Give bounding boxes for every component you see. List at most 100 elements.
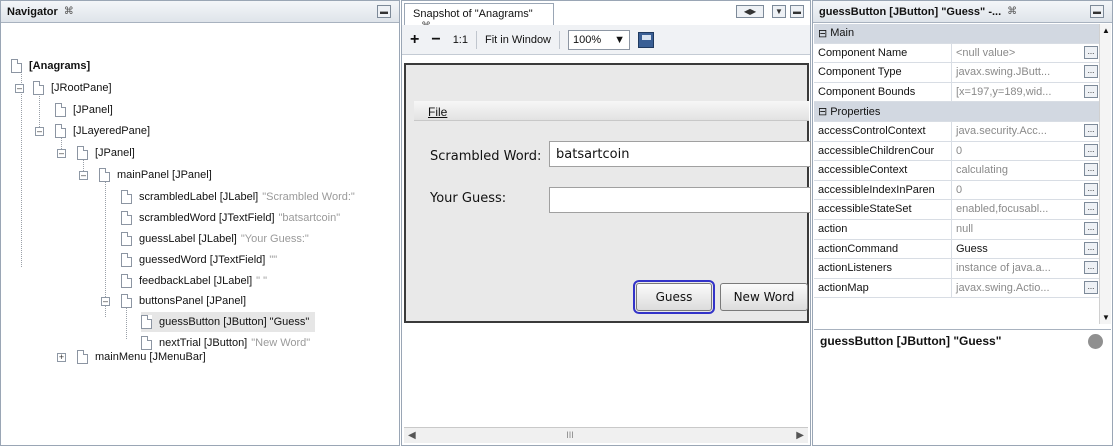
property-value[interactable]: null	[952, 220, 1084, 239]
property-value[interactable]: enabled,focusabl...	[952, 200, 1084, 219]
property-row[interactable]: accessibleIndexInParen 0 ...	[814, 180, 1100, 201]
scroll-right-icon[interactable]: ▶	[796, 430, 804, 441]
tree-item-anagrams[interactable]: [Anagrams]	[11, 56, 90, 76]
expand-icon[interactable]: +	[57, 353, 66, 362]
property-row[interactable]: actionCommand Guess ...	[814, 239, 1100, 260]
actual-size-button[interactable]: 1:1	[453, 34, 468, 46]
property-value[interactable]: calculating	[952, 161, 1084, 180]
property-name: actionCommand	[814, 239, 952, 259]
tree-item-feedbacklabel[interactable]: feedbackLabel [JLabel] " "	[121, 271, 267, 291]
property-value[interactable]: Guess	[952, 240, 1084, 259]
section-properties[interactable]: ⊟ Properties	[814, 102, 1100, 122]
property-value[interactable]: instance of java.a...	[952, 259, 1084, 278]
section-main[interactable]: ⊟ Main	[814, 24, 1100, 44]
vertical-scrollbar[interactable]: ▲ ▼	[1099, 24, 1111, 324]
tree-item-mainmenu[interactable]: mainMenu [JMenuBar]	[77, 347, 206, 367]
ellipsis-button[interactable]: ...	[1084, 84, 1098, 98]
tree-item-guessedword[interactable]: guessedWord [JTextField] ""	[121, 250, 277, 270]
property-value[interactable]: java.security.Acc...	[952, 122, 1084, 141]
ellipsis-button[interactable]: ...	[1084, 65, 1098, 79]
property-row[interactable]: Component Bounds [x=197,y=189,wid... ...	[814, 82, 1100, 103]
property-value[interactable]: <null value>	[952, 44, 1084, 63]
ellipsis-button[interactable]: ...	[1084, 202, 1098, 216]
property-row[interactable]: accessControlContext java.security.Acc..…	[814, 121, 1100, 142]
toolbar-separator	[559, 30, 561, 49]
component-icon	[55, 103, 66, 117]
guess-button[interactable]: Guess	[633, 280, 715, 314]
ellipsis-button[interactable]: ...	[1084, 241, 1098, 255]
close-icon[interactable]: ⌘	[1007, 6, 1017, 17]
property-row[interactable]: Component Type javax.swing.JButt... ...	[814, 63, 1100, 83]
property-row[interactable]: actionListeners instance of java.a... ..…	[814, 259, 1100, 279]
property-value[interactable]: javax.swing.JButt...	[952, 63, 1084, 82]
help-icon[interactable]	[1088, 334, 1103, 349]
collapse-icon[interactable]: –	[101, 297, 110, 306]
property-description: guessButton [JButton] "Guess"	[814, 329, 1111, 359]
ellipsis-button[interactable]: ...	[1084, 123, 1098, 137]
collapse-icon[interactable]: –	[57, 149, 66, 158]
scroll-left-icon[interactable]: ◀	[408, 430, 416, 441]
scroll-thumb[interactable]: III	[564, 431, 576, 440]
collapse-icon[interactable]: –	[35, 127, 44, 136]
tree-item-jpanel[interactable]: [JPanel]	[77, 143, 135, 163]
close-icon[interactable]: ⌘	[64, 6, 74, 17]
minimize-icon[interactable]: ▬	[790, 5, 804, 18]
property-row[interactable]: accessibleChildrenCour 0 ...	[814, 141, 1100, 162]
property-row[interactable]: accessibleStateSet enabled,focusabl... .…	[814, 200, 1100, 220]
property-value[interactable]: [x=197,y=189,wid...	[952, 83, 1084, 102]
tree-item-mainpanel[interactable]: mainPanel [JPanel]	[99, 165, 212, 185]
minimize-icon[interactable]: ▬	[1090, 5, 1104, 18]
property-value[interactable]: 0	[952, 181, 1084, 200]
tab-snapshot[interactable]: Snapshot of "Anagrams" ⌘	[404, 3, 554, 32]
property-name: accessibleChildrenCour	[814, 141, 952, 161]
minimize-icon[interactable]: ▬	[377, 5, 391, 18]
property-row[interactable]: Component Name <null value> ...	[814, 43, 1100, 64]
zoom-in-button[interactable]: +	[410, 31, 419, 49]
file-menu[interactable]: File	[428, 105, 447, 119]
form-menubar[interactable]: File	[414, 101, 809, 121]
ellipsis-button[interactable]: ...	[1084, 280, 1098, 294]
zoom-value: 100%	[573, 33, 602, 46]
collapse-icon[interactable]: –	[79, 171, 88, 180]
tree-item-jpanel[interactable]: [JPanel]	[55, 100, 113, 120]
tab-list-icon[interactable]: ▼	[772, 5, 786, 18]
scroll-tabs-icon[interactable]: ◀▶	[736, 5, 764, 18]
property-row[interactable]: accessibleContext calculating ...	[814, 161, 1100, 181]
collapse-icon[interactable]: ⊟	[818, 27, 827, 40]
tree-item-buttonspanel[interactable]: buttonsPanel [JPanel]	[121, 291, 246, 311]
scroll-down-icon[interactable]: ▼	[1102, 313, 1110, 322]
ellipsis-button[interactable]: ...	[1084, 143, 1098, 157]
component-icon	[121, 294, 132, 308]
fit-window-button[interactable]: Fit in Window	[485, 34, 551, 46]
tree-item-scrambledlabel[interactable]: scrambledLabel [JLabel] "Scrambled Word:…	[121, 187, 355, 207]
ellipsis-button[interactable]: ...	[1084, 221, 1098, 235]
scrambled-word-field[interactable]: batsartcoin	[549, 141, 811, 167]
ellipsis-button[interactable]: ...	[1084, 182, 1098, 196]
property-row[interactable]: action null ...	[814, 219, 1100, 240]
component-icon	[77, 146, 88, 160]
tree-item-label: guessButton [JButton] "Guess"	[159, 316, 310, 328]
ellipsis-button[interactable]: ...	[1084, 45, 1098, 59]
tree-item-guessbutton[interactable]: guessButton [JButton] "Guess"	[141, 312, 316, 332]
tree-item-value: "New Word"	[251, 337, 311, 349]
property-value[interactable]: 0	[952, 142, 1084, 161]
tree-item-jlayeredpane[interactable]: [JLayeredPane]	[55, 121, 150, 141]
property-name: actionMap	[814, 278, 952, 298]
property-value[interactable]: javax.swing.Actio...	[952, 279, 1084, 298]
tree-item-guesslabel[interactable]: guessLabel [JLabel] "Your Guess:"	[121, 229, 309, 249]
scroll-up-icon[interactable]: ▲	[1102, 26, 1110, 35]
tree-item-jrootpane[interactable]: [JRootPane]	[33, 78, 112, 98]
horizontal-scrollbar[interactable]: ◀ III ▶	[404, 427, 808, 443]
new-word-button[interactable]: New Word	[720, 283, 808, 311]
ellipsis-button[interactable]: ...	[1084, 261, 1098, 275]
your-guess-field[interactable]	[549, 187, 811, 213]
ellipsis-button[interactable]: ...	[1084, 163, 1098, 177]
zoom-select[interactable]: 100% ▼	[568, 29, 631, 50]
tree-item-label: [JPanel]	[95, 147, 135, 159]
collapse-icon[interactable]: –	[15, 84, 24, 93]
collapse-icon[interactable]: ⊟	[818, 105, 827, 118]
zoom-out-button[interactable]: −	[431, 31, 440, 49]
property-row[interactable]: actionMap javax.swing.Actio... ...	[814, 278, 1100, 299]
tree-item-scrambledword[interactable]: scrambledWord [JTextField] "batsartcoin"	[121, 208, 340, 228]
save-icon[interactable]	[638, 31, 655, 48]
